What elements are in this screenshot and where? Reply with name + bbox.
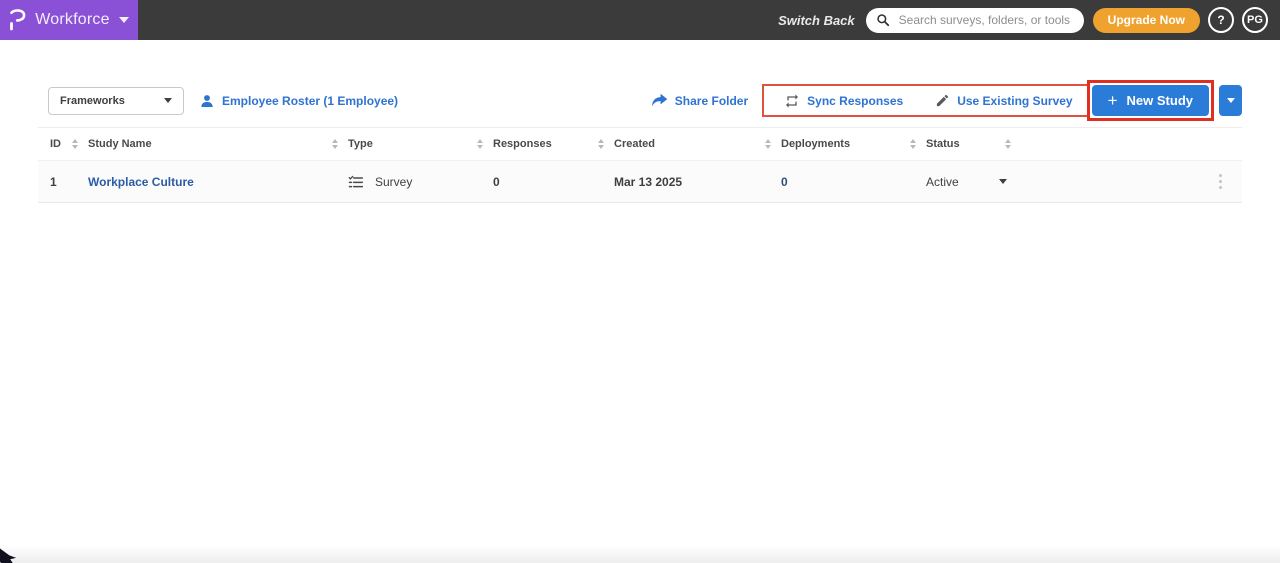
use-existing-survey-label: Use Existing Survey: [957, 93, 1073, 108]
header-created[interactable]: Created: [614, 138, 781, 150]
annotation-box-new-study: + New Study: [1086, 80, 1214, 121]
header-type[interactable]: Type: [348, 138, 493, 150]
status-value: Active: [926, 174, 959, 189]
sort-icon[interactable]: [1005, 139, 1011, 149]
new-study-split-caret-button[interactable]: [1219, 85, 1242, 116]
new-study-button[interactable]: + New Study: [1091, 85, 1209, 116]
employee-roster-link[interactable]: Employee Roster (1 Employee): [199, 93, 398, 109]
row-study-name-cell: Workplace Culture: [88, 175, 348, 189]
header-responses[interactable]: Responses: [493, 138, 614, 150]
folder-dropdown[interactable]: Frameworks: [48, 86, 184, 115]
bottom-edge-shadow: [0, 545, 1280, 563]
switch-back-link[interactable]: Switch Back: [778, 13, 855, 28]
sync-repeat-icon: [786, 93, 799, 108]
employee-roster-label: Employee Roster (1 Employee): [222, 93, 399, 108]
header-study-name[interactable]: Study Name: [88, 138, 348, 150]
sort-icon[interactable]: [598, 139, 604, 149]
header-deployments[interactable]: Deployments: [781, 138, 926, 150]
header-status[interactable]: Status: [926, 138, 1021, 150]
row-deployments-cell: 0: [781, 175, 926, 189]
studies-table: ID Study Name Type Responses Created Dep…: [38, 127, 1242, 203]
table-row: 1 Workplace Culture Survey 0 Mar 13 2025: [38, 160, 1242, 203]
chevron-down-icon: [164, 98, 172, 103]
sort-icon[interactable]: [332, 139, 338, 149]
study-type-label: Survey: [375, 174, 413, 189]
app-window: Workforce Switch Back Upgrade Now ? PG F…: [0, 0, 1280, 563]
pencil-icon: [937, 94, 949, 107]
plus-icon: +: [1107, 90, 1118, 110]
global-search[interactable]: [865, 7, 1084, 33]
brand-p-logo-icon: [10, 9, 26, 31]
use-existing-survey-button[interactable]: Use Existing Survey: [935, 93, 1073, 108]
sort-icon[interactable]: [72, 139, 78, 149]
sort-icon[interactable]: [765, 139, 771, 149]
sync-responses-button[interactable]: Sync Responses: [784, 93, 903, 109]
sort-icon[interactable]: [910, 139, 916, 149]
row-created-cell: Mar 13 2025: [614, 174, 683, 189]
person-icon: [201, 94, 213, 107]
product-name: Workforce: [35, 11, 110, 28]
search-input[interactable]: [896, 12, 1074, 28]
sort-icon[interactable]: [477, 139, 483, 149]
search-icon: [876, 14, 889, 27]
deployments-link[interactable]: 0: [781, 175, 788, 189]
row-menu-kebab-icon[interactable]: [1215, 170, 1226, 193]
new-study-label: New Study: [1126, 93, 1193, 108]
chevron-down-icon: [999, 179, 1007, 184]
survey-checklist-icon: [348, 175, 364, 187]
share-folder-label: Share Folder: [674, 93, 749, 108]
row-type-cell: Survey: [348, 174, 493, 190]
chevron-down-icon: [118, 17, 129, 23]
row-actions-cell: [1021, 170, 1242, 193]
status-dropdown[interactable]: Active: [926, 175, 1021, 189]
row-id-cell: 1: [50, 174, 57, 189]
share-forward-icon: [651, 93, 668, 107]
table-header-row: ID Study Name Type Responses Created Dep…: [38, 127, 1242, 160]
mouse-cursor: [0, 548, 17, 563]
sync-responses-label: Sync Responses: [807, 93, 904, 108]
chevron-down-icon: [1226, 98, 1235, 103]
share-folder-button[interactable]: Share Folder: [651, 93, 748, 108]
help-button[interactable]: ?: [1208, 7, 1234, 33]
header-id[interactable]: ID: [38, 138, 88, 150]
study-name-link[interactable]: Workplace Culture: [88, 175, 194, 189]
product-switcher[interactable]: Workforce: [0, 0, 138, 40]
top-navigation-bar: Workforce Switch Back Upgrade Now ? PG: [0, 0, 1280, 40]
avatar[interactable]: PG: [1242, 7, 1268, 33]
upgrade-now-button[interactable]: Upgrade Now: [1092, 7, 1200, 33]
row-responses-cell: 0: [493, 174, 500, 189]
annotation-box-sync-tools: Sync Responses Use Existing Survey: [762, 84, 1095, 117]
folder-dropdown-value: Frameworks: [60, 94, 125, 107]
folder-toolbar: Frameworks Employee Roster (1 Employee) …: [48, 80, 1242, 121]
